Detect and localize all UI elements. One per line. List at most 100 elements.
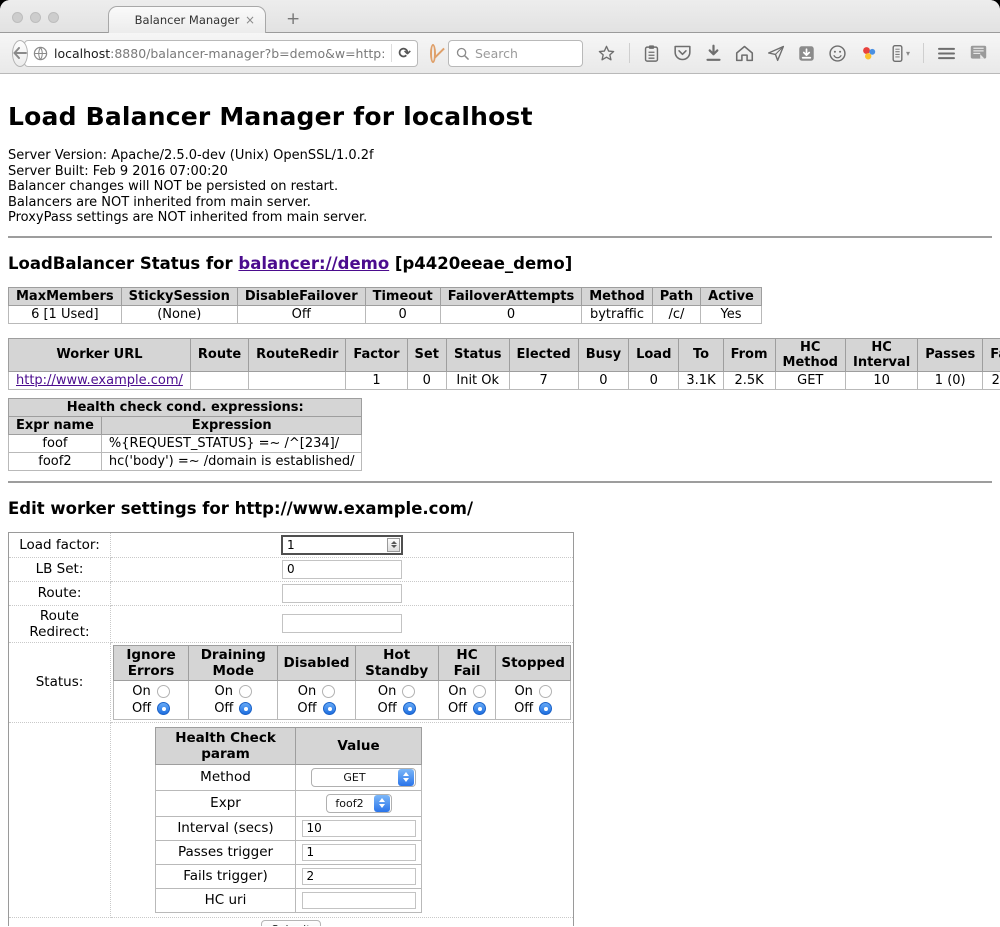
pocket-icon[interactable] bbox=[673, 44, 692, 62]
ignore-errors-off-radio[interactable] bbox=[157, 702, 170, 715]
url-text[interactable]: localhost:8880/balancer-manager?b=demo&w… bbox=[54, 46, 385, 61]
hc-fail-cell: On Off bbox=[438, 680, 496, 719]
column-header: Passes bbox=[918, 338, 983, 371]
search-placeholder: Search bbox=[475, 46, 518, 61]
hot-standby-off-radio[interactable] bbox=[403, 702, 416, 715]
path-cell: /c/ bbox=[652, 305, 700, 323]
dropdown-caret-icon[interactable]: ▾ bbox=[906, 49, 910, 58]
panels-icon[interactable] bbox=[969, 44, 988, 62]
balancer-demo-link[interactable]: balancer://demo bbox=[238, 254, 389, 273]
back-arrow-icon bbox=[13, 47, 27, 59]
zoom-window-button[interactable] bbox=[48, 12, 59, 23]
form-row: LB Set: bbox=[9, 557, 574, 581]
route-redirect-input[interactable] bbox=[282, 614, 402, 633]
table-header-row: Health Check param Value bbox=[156, 727, 422, 764]
passes-input[interactable] bbox=[302, 844, 416, 861]
load-factor-stepper bbox=[281, 535, 403, 555]
home-icon[interactable] bbox=[735, 44, 754, 62]
hc-fail-off-radio[interactable] bbox=[473, 702, 486, 715]
stopped-off-radio[interactable] bbox=[539, 702, 552, 715]
save-page-icon[interactable] bbox=[798, 45, 815, 62]
worker-status-table: Worker URL Route RouteRedir Factor Set S… bbox=[8, 338, 1000, 390]
stopped-cell: On Off bbox=[496, 680, 571, 719]
hc-fail-on-radio[interactable] bbox=[473, 685, 486, 698]
colors-extension-icon[interactable] bbox=[860, 44, 878, 62]
column-header: RouteRedir bbox=[249, 338, 346, 371]
expr-select-value: foof2 bbox=[327, 797, 373, 810]
close-window-button[interactable] bbox=[12, 12, 23, 23]
expr-select[interactable]: foof2 bbox=[326, 794, 392, 813]
proxypass-note-line: ProxyPass settings are NOT inherited fro… bbox=[8, 210, 992, 226]
hc-uri-label: HC uri bbox=[156, 888, 296, 912]
expr-table-title: Health check cond. expressions: bbox=[9, 398, 362, 416]
expression-cell: hc('body') =~ /domain is established/ bbox=[101, 452, 362, 470]
send-tab-icon[interactable] bbox=[767, 44, 785, 62]
lb-set-input[interactable] bbox=[282, 560, 402, 579]
feedback-smiley-icon[interactable] bbox=[828, 44, 847, 63]
column-header: From bbox=[723, 338, 775, 371]
expression-cell: %{REQUEST_STATUS} =~ /^[234]/ bbox=[101, 434, 362, 452]
radio-row: On Off On Off On Off bbox=[114, 680, 571, 719]
route-input[interactable] bbox=[282, 584, 402, 603]
loadbalancer-status-heading: LoadBalancer Status for balancer://demo … bbox=[8, 254, 992, 273]
column-header: Expression bbox=[101, 416, 362, 434]
navigation-toolbar: localhost:8880/balancer-manager?b=demo&w… bbox=[0, 33, 1000, 74]
on-label: On bbox=[298, 684, 316, 699]
minimize-window-button[interactable] bbox=[30, 12, 41, 23]
menu-icon[interactable] bbox=[937, 46, 956, 61]
tab-close-icon[interactable]: × bbox=[245, 13, 255, 27]
passes-cell: 1 (0) bbox=[918, 371, 983, 389]
tab-balancer-manager[interactable]: Balancer Manager × bbox=[108, 6, 266, 33]
downloads-icon[interactable] bbox=[705, 44, 722, 62]
disabled-on-radio[interactable] bbox=[322, 685, 335, 698]
lb-set-label: LB Set: bbox=[9, 557, 111, 581]
routeredir-cell bbox=[249, 371, 346, 389]
hot-standby-on-radio[interactable] bbox=[402, 685, 415, 698]
heading-prefix: LoadBalancer Status for bbox=[8, 254, 238, 273]
table-header-row: Worker URL Route RouteRedir Factor Set S… bbox=[9, 338, 1000, 371]
health-row: Passes trigger bbox=[156, 840, 422, 864]
submit-button[interactable]: Submit bbox=[261, 920, 320, 927]
device-battery-icon[interactable]: ▾ bbox=[891, 44, 910, 63]
draining-mode-on-radio[interactable] bbox=[239, 685, 252, 698]
load-factor-input[interactable] bbox=[281, 535, 403, 555]
disabled-off-radio[interactable] bbox=[323, 702, 336, 715]
server-built-line: Server Built: Feb 9 2016 07:00:20 bbox=[8, 164, 992, 180]
table-row: 6 [1 Used] (None) Off 0 0 bytraffic /c/ … bbox=[9, 305, 762, 323]
method-select[interactable]: GET bbox=[311, 768, 416, 787]
number-spinner-icon[interactable] bbox=[387, 538, 400, 552]
search-icon bbox=[456, 47, 469, 60]
stopped-on-radio[interactable] bbox=[539, 685, 552, 698]
ignore-errors-on-radio[interactable] bbox=[157, 685, 170, 698]
toolbar-divider bbox=[923, 43, 924, 63]
column-header: HC Interval bbox=[845, 338, 917, 371]
content-blocked-icon[interactable] bbox=[430, 44, 436, 63]
busy-cell: 0 bbox=[578, 371, 628, 389]
worker-url-link[interactable]: http://www.example.com/ bbox=[16, 373, 183, 388]
route-label: Route: bbox=[9, 581, 111, 605]
hc-uri-input[interactable] bbox=[302, 892, 416, 909]
select-stepper-icon bbox=[398, 769, 414, 786]
column-header: Route bbox=[190, 338, 248, 371]
health-check-table: Health Check param Value Method GET bbox=[155, 727, 422, 913]
form-row-health: Health Check param Value Method GET bbox=[9, 722, 574, 917]
search-bar[interactable]: Search bbox=[448, 40, 583, 67]
heading-suffix: [p4420eeae_demo] bbox=[389, 254, 572, 273]
reading-list-icon[interactable] bbox=[643, 44, 660, 63]
back-button[interactable] bbox=[12, 40, 28, 67]
ignore-errors-cell: On Off bbox=[114, 680, 189, 719]
disablefailover-cell: Off bbox=[237, 305, 365, 323]
url-bar[interactable]: localhost:8880/balancer-manager?b=demo&w… bbox=[24, 40, 418, 67]
table-header-row: MaxMembers StickySession DisableFailover… bbox=[9, 287, 762, 305]
server-info: Server Version: Apache/2.5.0-dev (Unix) … bbox=[8, 148, 992, 226]
bookmark-star-icon[interactable] bbox=[597, 44, 616, 63]
column-header: Elected bbox=[509, 338, 578, 371]
reload-icon[interactable]: ⟳ bbox=[398, 46, 411, 61]
draining-mode-off-radio[interactable] bbox=[239, 702, 252, 715]
draining-mode-cell: On Off bbox=[189, 680, 278, 719]
column-header: Factor bbox=[346, 338, 407, 371]
health-row: Fails trigger) bbox=[156, 864, 422, 888]
new-tab-button[interactable]: + bbox=[286, 9, 300, 29]
interval-input[interactable] bbox=[302, 820, 416, 837]
fails-input[interactable] bbox=[302, 868, 416, 885]
